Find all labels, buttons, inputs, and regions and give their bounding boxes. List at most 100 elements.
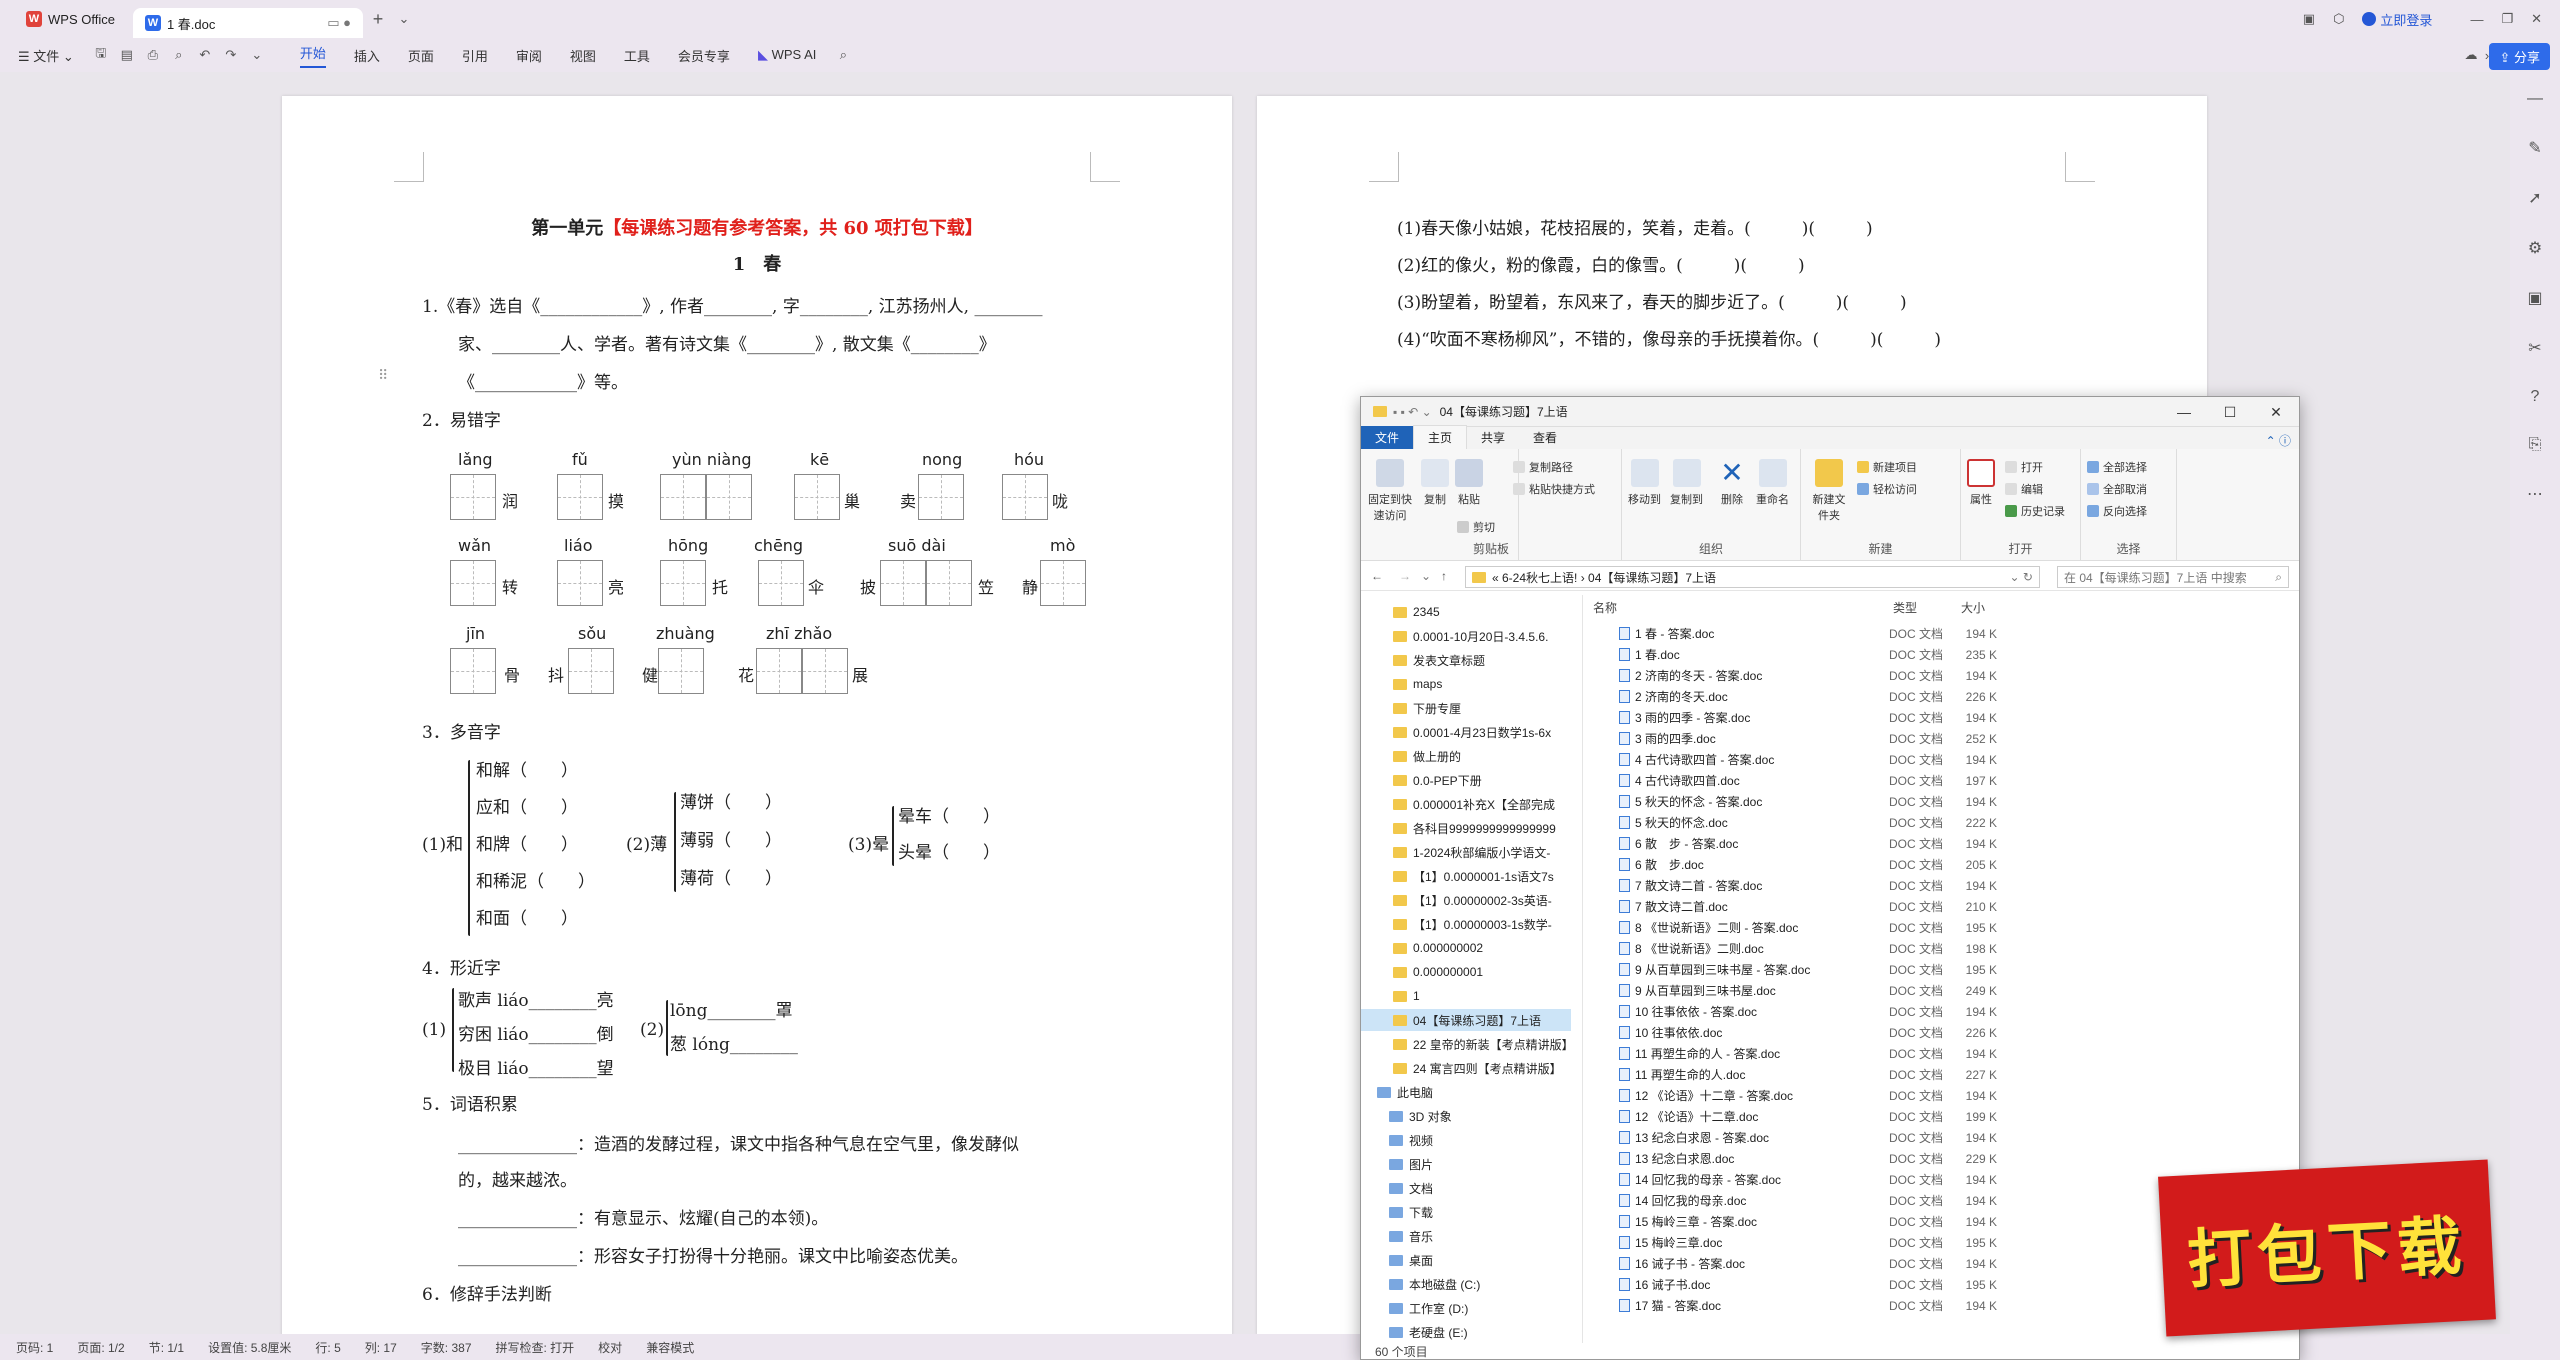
address-input[interactable]: « 6-24秋七上语! › 04【每课练习题】7上语 ⌄ ↻ — [1465, 566, 2040, 588]
maximize-icon[interactable]: ☐ — [2207, 397, 2253, 427]
restore-icon[interactable]: ❐ — [2501, 11, 2513, 27]
col-type-header[interactable]: 类型 — [1893, 599, 1917, 619]
file-row[interactable]: 10 往事依依 - 答案.doc DOC 文档 194 K — [1583, 1001, 2283, 1022]
char-grid[interactable] — [450, 648, 496, 694]
edit-button[interactable]: 编辑 — [2005, 481, 2043, 497]
download-banner[interactable]: 打包下载 — [2158, 1159, 2496, 1337]
nav-item[interactable]: maps — [1361, 673, 1571, 695]
nav-item[interactable]: 此电脑 — [1361, 1081, 1571, 1103]
minimize-panel-icon[interactable]: — — [2527, 90, 2543, 108]
chevron-down-icon[interactable]: ⌄ — [395, 10, 413, 28]
nav-item[interactable]: 1-2024秋部编版小学语文- — [1361, 841, 1571, 863]
file-row[interactable]: 6 散 步.doc DOC 文档 205 K — [1583, 854, 2283, 875]
tools-icon[interactable]: ✂ — [2528, 338, 2541, 358]
tab-review[interactable]: 审阅 — [516, 46, 542, 65]
status-pages[interactable]: 页面: 1/2 — [77, 1339, 124, 1356]
cube-icon[interactable]: ⬡ — [2333, 11, 2344, 27]
file-row[interactable]: 4 古代诗歌四首 - 答案.doc DOC 文档 194 K — [1583, 749, 2283, 770]
paste-button[interactable]: 粘贴 — [1455, 459, 1483, 507]
settings-icon[interactable]: ⚙ — [2528, 238, 2542, 258]
copy-button[interactable]: 复制 — [1421, 459, 1449, 507]
up-icon[interactable]: ↑ — [1441, 569, 1447, 583]
char-grid[interactable] — [557, 474, 603, 520]
col-size-header[interactable]: 大小 — [1961, 599, 1985, 619]
nav-item[interactable]: 音乐 — [1361, 1225, 1571, 1247]
paste-shortcut-button[interactable]: 粘贴快捷方式 — [1513, 481, 1595, 497]
share-button[interactable]: ⇪ 分享 — [2489, 43, 2550, 70]
save-icon[interactable]: 🖫 — [92, 45, 110, 64]
tab-share[interactable]: 共享 — [1467, 426, 1519, 449]
nav-item[interactable]: 0.0-PEP下册 — [1361, 769, 1571, 791]
rename-button[interactable]: 重命名 — [1756, 459, 1789, 507]
pin-button[interactable]: 固定到快速访问 — [1367, 459, 1413, 523]
nav-item[interactable]: 22 皇帝的新装【考点精讲版】 — [1361, 1033, 1571, 1055]
pointer-icon[interactable]: ➚ — [2528, 188, 2541, 208]
nav-item[interactable]: 老硬盘 (E:) — [1361, 1321, 1571, 1343]
delete-button[interactable]: ✕ 删除 — [1718, 459, 1746, 507]
char-grid[interactable] — [658, 648, 704, 694]
nav-item[interactable]: 3D 对象 — [1361, 1105, 1571, 1127]
forward-icon[interactable]: → — [1399, 569, 1411, 583]
status-wordcount[interactable]: 字数: 387 — [421, 1339, 472, 1356]
tab-file[interactable]: 文件 — [1361, 426, 1414, 449]
file-row[interactable]: 12 《论语》十二章 - 答案.doc DOC 文档 194 K — [1583, 1085, 2283, 1106]
pdf-icon[interactable]: ▤ — [118, 46, 136, 64]
file-row[interactable]: 2 济南的冬天 - 答案.doc DOC 文档 194 K — [1583, 665, 2283, 686]
tab-home[interactable]: 主页 — [1413, 425, 1468, 449]
nav-item[interactable]: 0.0001-10月20日-3.4.5.6. — [1361, 625, 1571, 647]
file-row[interactable]: 5 秋天的怀念.doc DOC 文档 222 K — [1583, 812, 2283, 833]
char-grid[interactable] — [756, 648, 848, 694]
tab-page[interactable]: 页面 — [408, 46, 434, 65]
file-row[interactable]: 12 《论语》十二章.doc DOC 文档 199 K — [1583, 1106, 2283, 1127]
properties-button[interactable]: 属性 — [1967, 459, 1995, 507]
char-grid[interactable] — [1002, 474, 1048, 520]
char-grid[interactable] — [918, 474, 964, 520]
file-row[interactable]: 3 雨的四季 - 答案.doc DOC 文档 194 K — [1583, 707, 2283, 728]
nav-item[interactable]: 04【每课练习题】7上语 — [1361, 1009, 1571, 1031]
file-row[interactable]: 8 《世说新语》二则.doc DOC 文档 198 K — [1583, 938, 2283, 959]
refresh-icon[interactable]: ⌄ ↻ — [2010, 570, 2033, 584]
nav-item[interactable]: 【1】0.0000001-1s语文7s — [1361, 865, 1571, 887]
nav-item[interactable]: 【1】0.00000002-3s英语- — [1361, 889, 1571, 911]
nav-item[interactable]: 各科目9999999999999999 — [1361, 817, 1571, 839]
tab-view[interactable]: 视图 — [570, 46, 596, 65]
nav-item[interactable]: 本地磁盘 (C:) — [1361, 1273, 1571, 1295]
recent-icon[interactable]: ⌄ — [1421, 569, 1431, 583]
minimize-icon[interactable]: — — [2161, 397, 2207, 427]
file-menu[interactable]: ☰ 文件 ⌄ — [18, 46, 74, 65]
char-grid[interactable] — [1040, 560, 1086, 606]
nav-item[interactable]: 24 寓言四则【考点精讲版】 — [1361, 1057, 1571, 1079]
tab-reference[interactable]: 引用 — [462, 46, 488, 65]
copy-path-button[interactable]: 复制路径 — [1513, 459, 1573, 475]
file-row[interactable]: 10 往事依依.doc DOC 文档 226 K — [1583, 1022, 2283, 1043]
file-row[interactable]: 6 散 步 - 答案.doc DOC 文档 194 K — [1583, 833, 2283, 854]
file-row[interactable]: 9 从百草园到三味书屋.doc DOC 文档 249 K — [1583, 980, 2283, 1001]
col-name-header[interactable]: 名称 — [1593, 599, 1617, 619]
nav-item[interactable]: 0.000000001 — [1361, 961, 1571, 983]
minimize-icon[interactable]: — — [2470, 12, 2483, 27]
image-icon[interactable]: ▣ — [2527, 288, 2542, 308]
char-grid[interactable] — [450, 474, 496, 520]
help-icon[interactable]: ? — [2531, 388, 2540, 406]
file-row[interactable]: 7 散文诗二首.doc DOC 文档 210 K — [1583, 896, 2283, 917]
copy-to-button[interactable]: 复制到 — [1670, 459, 1703, 507]
char-grid[interactable] — [794, 474, 840, 520]
share-panel-icon[interactable]: ⎘ — [2529, 436, 2542, 454]
search-input[interactable]: 在 04【每课练习题】7上语 中搜索 ⌕ — [2057, 566, 2289, 588]
nav-item[interactable]: 文档 — [1361, 1177, 1571, 1199]
move-to-button[interactable]: 移动到 — [1628, 459, 1661, 507]
print-icon[interactable]: ⎙ — [144, 46, 162, 64]
nav-item[interactable]: 图片 — [1361, 1153, 1571, 1175]
tab-tools[interactable]: 工具 — [624, 46, 650, 65]
nav-item[interactable]: 0.0001-4月23日数学1s-6x — [1361, 721, 1571, 743]
tab-wps-office[interactable]: W WPS Office — [14, 4, 127, 34]
close-icon[interactable]: ✕ — [2253, 397, 2299, 427]
nav-item[interactable]: 下载 — [1361, 1201, 1571, 1223]
nav-item[interactable]: 桌面 — [1361, 1249, 1571, 1271]
tab-member[interactable]: 会员专享 — [678, 46, 730, 65]
drag-handle-icon[interactable]: ⠿ — [378, 368, 388, 384]
redo-icon[interactable]: ↷ — [222, 46, 240, 64]
status-spellcheck[interactable]: 拼写检查: 打开 — [496, 1339, 575, 1356]
layout-icon[interactable]: ▣ — [2303, 11, 2315, 27]
cut-button[interactable]: 剪切 — [1457, 519, 1495, 535]
